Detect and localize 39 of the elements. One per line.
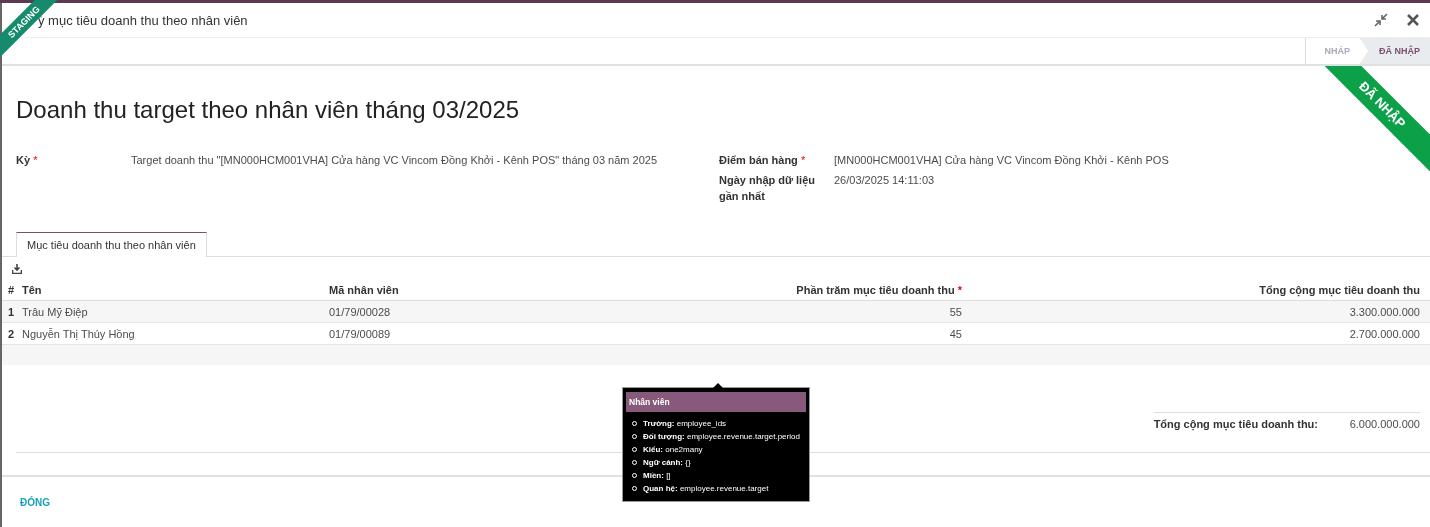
total-value: 6.000.000.000: [1348, 418, 1420, 430]
required-mark: *: [33, 154, 38, 166]
record-title: Doanh thu target theo nhân viên tháng 03/2025: [16, 96, 520, 125]
tooltip-title: Nhân viên: [626, 392, 806, 412]
table-cell-text: 01/79/00028: [329, 305, 392, 318]
table-cell-text: Nguyễn Thị Thúy Hồng: [22, 327, 136, 340]
table-cell-text: 2.700.000.000: [1348, 327, 1420, 340]
column-header[interactable]: Tổng cộng mục tiêu doanh thu: [1259, 283, 1420, 296]
column-header[interactable]: Tên: [22, 283, 42, 296]
table-cell-text: Trâu Mỹ Điệp: [22, 305, 89, 318]
field-value: 26/03/2025 14:11:03: [834, 173, 936, 188]
total-label: Tổng cộng mục tiêu doanh thu:: [1153, 418, 1318, 430]
tab[interactable]: Mục tiêu doanh thu theo nhân viên: [16, 232, 207, 257]
row-number: 2: [8, 327, 16, 340]
tooltip-line: Trường: employee_ids: [643, 418, 727, 430]
table-cell-text: 55: [948, 305, 962, 318]
required-mark: *: [957, 283, 962, 296]
tooltip-line: Kiểu: one2many: [643, 444, 703, 456]
tooltip-line: Miền: []: [643, 470, 671, 482]
tooltip-line: Ngữ cảnh: {}: [643, 457, 691, 469]
field-label: Kỳ: [16, 154, 31, 166]
field-label: Ngày nhập dữ liệu gần nhất: [719, 174, 815, 202]
column-header[interactable]: #: [8, 283, 15, 296]
column-header[interactable]: Mã nhân viên: [329, 283, 399, 296]
table-cell-text: 01/79/00089: [329, 327, 392, 340]
tooltip-line: Đối tượng: employee.revenue.target.period: [643, 431, 800, 443]
collapse-icon[interactable]: [1374, 13, 1388, 27]
table-cell-text: 3.300.000.000: [1348, 305, 1420, 318]
close-icon[interactable]: [1406, 13, 1420, 27]
field-value: Target doanh thu "[MN000HCM001VHA] Cửa hàng VC Vincom Đồng Khởi - Kênh POS" tháng 03 năm 2025: [131, 153, 659, 168]
table-cell-text: 45: [948, 327, 962, 340]
field-value: [MN000HCM001VHA] Cửa hàng VC Vincom Đồng Khởi - Kênh POS: [834, 153, 1170, 168]
download-icon[interactable]: [12, 264, 22, 274]
column-header[interactable]: Phần trăm mục tiêu doanh thu: [796, 283, 955, 296]
status-stage[interactable]: ĐÃ NHẬP: [1360, 38, 1430, 64]
required-mark: *: [800, 154, 806, 166]
tooltip-line: Quan hệ: employee.revenue.target: [643, 483, 769, 495]
field-label: Điểm bán hàng: [719, 154, 798, 166]
row-number: 1: [8, 305, 16, 318]
